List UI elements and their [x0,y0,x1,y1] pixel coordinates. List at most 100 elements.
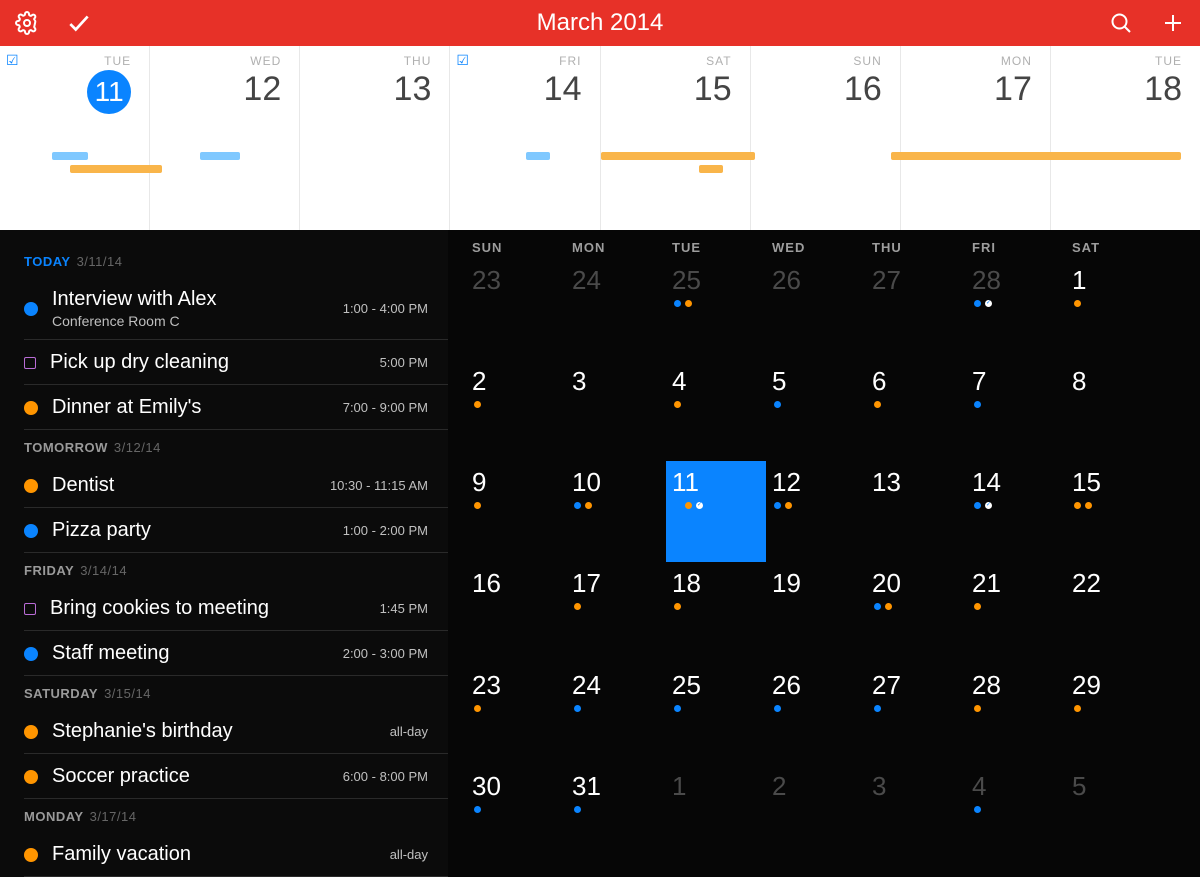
month-day-number: 10 [572,467,666,498]
week-strip[interactable]: ☑︎TUE11WED12THU13☑︎FRI14SAT15SUN16MON17T… [0,46,1200,230]
month-day-cell[interactable]: 3 [566,360,666,461]
agenda-section-date: 3/15/14 [104,686,151,701]
agenda-item[interactable]: Dentist10:30 - 11:15 AM [24,463,448,508]
month-day-cell[interactable]: 13 [866,461,966,562]
month-day-cell[interactable]: 1 [666,765,766,866]
month-day-cell[interactable]: 26 [766,259,866,360]
week-day-cell[interactable]: ☑︎FRI14 [450,46,600,230]
month-day-cell[interactable]: 14 [966,461,1066,562]
month-day-cell[interactable]: 31 [566,765,666,866]
event-dots [872,401,966,408]
event-marker [24,770,38,784]
agenda-section-label: TODAY [24,254,71,269]
month-day-cell[interactable]: 7 [966,360,1066,461]
month-dow-label: SUN [466,240,566,255]
month-day-cell[interactable]: 4 [666,360,766,461]
month-day-cell[interactable]: 22 [1066,562,1166,663]
agenda-item[interactable]: Stephanie's birthdayall-day [24,709,448,754]
search-button[interactable] [1108,10,1134,36]
week-day-cell[interactable]: WED12 [150,46,300,230]
month-day-cell[interactable]: 30 [466,765,566,866]
month-day-cell[interactable]: 29 [1066,664,1166,765]
month-day-cell[interactable]: 5 [766,360,866,461]
month-day-cell[interactable]: 4 [966,765,1066,866]
agenda-item[interactable]: Staff meeting2:00 - 3:00 PM [24,631,448,676]
agenda-item-title: Staff meeting [52,641,333,665]
month-day-cell[interactable]: 10 [566,461,666,562]
month-day-cell[interactable]: 11 [666,461,766,562]
event-dot [674,300,681,307]
checkmark-icon [66,10,92,36]
week-day-cell[interactable]: TUE18 [1051,46,1200,230]
month-day-cell[interactable]: 25 [666,259,766,360]
month-day-number: 28 [972,670,1066,701]
month-day-cell[interactable]: 20 [866,562,966,663]
event-bar [526,152,550,160]
month-day-cell[interactable]: 6 [866,360,966,461]
week-day-cell[interactable]: THU13 [300,46,450,230]
month-day-cell[interactable]: 25 [666,664,766,765]
month-day-cell[interactable]: 2 [466,360,566,461]
month-day-number: 7 [972,366,1066,397]
month-day-cell[interactable]: 27 [866,664,966,765]
task-indicator-icon: ☑︎ [6,52,19,69]
month-day-cell[interactable]: 26 [766,664,866,765]
week-day-cell[interactable]: SUN16 [751,46,901,230]
settings-button[interactable] [14,10,40,36]
month-day-number: 6 [872,366,966,397]
agenda-item[interactable]: Soccer practice6:00 - 8:00 PM [24,754,448,799]
month-day-cell[interactable]: 8 [1066,360,1166,461]
event-dot [974,603,981,610]
event-dot [774,401,781,408]
month-day-cell[interactable]: 24 [566,259,666,360]
agenda-item-time: 7:00 - 9:00 PM [343,400,428,415]
month-day-number: 27 [872,670,966,701]
month-day-cell[interactable]: 19 [766,562,866,663]
agenda-item[interactable]: Pizza party1:00 - 2:00 PM [24,508,448,553]
month-day-cell[interactable]: 2 [766,765,866,866]
agenda-list[interactable]: TODAY3/11/14Interview with AlexConferenc… [0,230,448,877]
month-day-cell[interactable]: 16 [466,562,566,663]
add-button[interactable] [1160,10,1186,36]
month-day-cell[interactable]: 21 [966,562,1066,663]
month-day-cell[interactable]: 18 [666,562,766,663]
agenda-item-time: 1:45 PM [380,601,428,616]
month-day-cell[interactable]: 9 [466,461,566,562]
weekday-number: 18 [1051,70,1182,109]
month-day-cell[interactable]: 23 [466,664,566,765]
agenda-item-time: 10:30 - 11:15 AM [330,478,428,493]
agenda-item[interactable]: Interview with AlexConference Room C1:00… [24,277,448,340]
month-day-cell[interactable]: 1 [1066,259,1166,360]
task-indicator-icon: ☑︎ [456,52,469,69]
month-day-cell[interactable]: 12 [766,461,866,562]
month-day-cell[interactable]: 28 [966,664,1066,765]
agenda-item[interactable]: Pick up dry cleaning5:00 PM [24,340,448,385]
event-dots [972,502,1066,509]
month-day-number: 2 [772,771,866,802]
month-day-cell[interactable]: 3 [866,765,966,866]
month-day-number: 12 [772,467,866,498]
month-day-cell[interactable]: 15 [1066,461,1166,562]
agenda-item[interactable]: Dinner at Emily's7:00 - 9:00 PM [24,385,448,430]
month-day-cell[interactable]: 17 [566,562,666,663]
agenda-item-time: 1:00 - 4:00 PM [343,301,428,316]
week-day-cell[interactable]: ☑︎TUE11 [0,46,150,230]
agenda-item[interactable]: Bring cookies to meeting1:45 PM [24,586,448,631]
month-day-cell[interactable]: 23 [466,259,566,360]
month-day-cell[interactable]: 5 [1066,765,1166,866]
week-day-cell[interactable]: MON17 [901,46,1051,230]
month-day-cell[interactable]: 24 [566,664,666,765]
agenda-item[interactable]: Family vacationall-day [24,832,448,877]
tasks-button[interactable] [66,10,92,36]
event-dot [685,300,692,307]
month-day-number: 25 [672,265,766,296]
event-dots [972,806,1066,813]
event-bar [200,152,240,160]
month-day-cell[interactable]: 28 [966,259,1066,360]
month-day-cell[interactable]: 27 [866,259,966,360]
top-toolbar: March 2014 [0,0,1200,46]
month-grid-body[interactable]: 2324252627281234567891011121314151617181… [466,259,1166,866]
weekday-number: 17 [901,70,1032,109]
week-day-cell[interactable]: SAT15 [601,46,751,230]
event-dot [874,603,881,610]
